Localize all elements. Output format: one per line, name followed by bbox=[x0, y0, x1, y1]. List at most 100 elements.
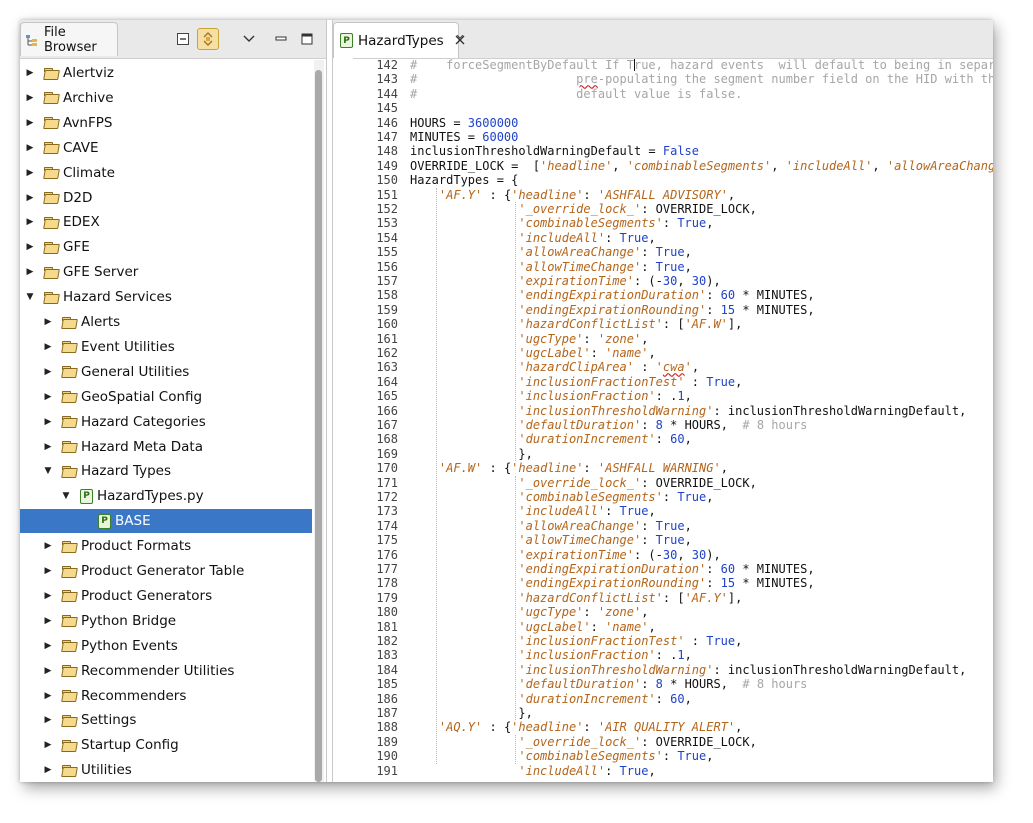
tree-item-label: Hazard Services bbox=[63, 289, 172, 306]
tree-item[interactable]: ▶ Startup Config bbox=[20, 733, 312, 757]
code-token: }, bbox=[518, 706, 533, 720]
expand-arrow-down-icon[interactable]: ▼ bbox=[42, 459, 54, 483]
collapse-all-icon[interactable] bbox=[172, 28, 194, 50]
code-token: , bbox=[691, 360, 700, 375]
code-token: ' bbox=[655, 360, 663, 375]
code-token: : bbox=[641, 259, 656, 274]
code-token: 'endingExpirationRounding' bbox=[518, 576, 707, 591]
expand-arrow-right-icon[interactable]: ▶ bbox=[24, 235, 36, 259]
tree-item[interactable]: P BASE bbox=[20, 509, 312, 534]
expand-arrow-down-icon[interactable]: ▼ bbox=[60, 484, 72, 508]
line-number: 166 bbox=[376, 403, 398, 418]
expand-arrow-right-icon[interactable]: ▶ bbox=[24, 210, 36, 234]
expand-arrow-right-icon[interactable]: ▶ bbox=[42, 708, 54, 732]
code-token: : OVERRIDE_LOCK, bbox=[641, 734, 757, 749]
tree-item[interactable]: ▶ CAVE bbox=[20, 136, 312, 160]
expand-arrow-right-icon[interactable]: ▶ bbox=[42, 410, 54, 434]
tree-item[interactable]: ▶ Recommender Utilities bbox=[20, 659, 312, 683]
line-number: 144 bbox=[376, 86, 398, 101]
expand-arrow-right-icon[interactable]: ▶ bbox=[42, 385, 54, 409]
code-line: 182 'inclusionFractionTest' : True, bbox=[353, 634, 993, 648]
file-browser-tab[interactable]: File Browser bbox=[20, 22, 118, 56]
code-token: 'ugcLabel' bbox=[518, 346, 591, 360]
scrollbar-thumb[interactable] bbox=[315, 70, 322, 782]
tree-item[interactable]: ▼ P HazardTypes.py bbox=[20, 484, 312, 508]
tree-item[interactable]: ▶ Python Events bbox=[20, 634, 312, 658]
code-line: 155 'allowAreaChange': True, bbox=[353, 245, 993, 259]
tree-item[interactable]: ▶ GeoSpatial Config bbox=[20, 385, 312, 409]
folder-icon bbox=[44, 167, 59, 178]
tree-item[interactable]: ▶ Product Generators bbox=[20, 584, 312, 608]
expand-arrow-right-icon[interactable]: ▶ bbox=[42, 360, 54, 384]
code-token: 'ugcLabel' bbox=[518, 619, 591, 634]
code-editor[interactable]: 142 # forceSegmentByDefault If True, haza… bbox=[353, 58, 993, 782]
code-line: 165 'inclusionFraction': .1, bbox=[353, 389, 993, 403]
expand-arrow-right-icon[interactable]: ▶ bbox=[24, 86, 36, 110]
line-number: 168 bbox=[376, 432, 398, 447]
expand-arrow-right-icon[interactable]: ▶ bbox=[42, 584, 54, 608]
file-tree-scrollbar[interactable] bbox=[314, 60, 324, 782]
code-token: 'headline' bbox=[511, 187, 584, 202]
code-token: inclusionThresholdWarningDefault = bbox=[410, 144, 663, 159]
expand-arrow-right-icon[interactable]: ▶ bbox=[42, 758, 54, 782]
expand-arrow-right-icon[interactable]: ▶ bbox=[42, 335, 54, 359]
expand-arrow-right-icon[interactable]: ▶ bbox=[42, 559, 54, 583]
tree-item[interactable]: ▶ D2D bbox=[20, 186, 312, 210]
code-token: : inclusionThresholdWarningDefault, bbox=[713, 403, 967, 418]
link-with-editor-icon[interactable] bbox=[197, 28, 219, 50]
expand-arrow-right-icon[interactable]: ▶ bbox=[42, 310, 54, 334]
code-token: , bbox=[641, 331, 649, 346]
code-token: 'durationIncrement' bbox=[518, 691, 656, 706]
code-token: 'defaultDuration' bbox=[518, 418, 642, 432]
code-token: 'name' bbox=[605, 346, 649, 360]
tree-item[interactable]: ▶ Recommenders bbox=[20, 684, 312, 708]
tree-item[interactable]: ▶ Alertviz bbox=[20, 61, 312, 85]
tree-item[interactable]: ▶ Archive bbox=[20, 86, 312, 110]
expand-arrow-right-icon[interactable]: ▶ bbox=[42, 733, 54, 757]
expand-arrow-right-icon[interactable]: ▶ bbox=[42, 634, 54, 658]
folder-icon bbox=[44, 117, 59, 128]
code-token: 'headline' bbox=[511, 461, 584, 476]
tree-item[interactable]: ▶ Utilities bbox=[20, 758, 312, 782]
expand-arrow-right-icon[interactable]: ▶ bbox=[42, 534, 54, 558]
tree-item[interactable]: ▼ Hazard Services bbox=[20, 285, 312, 309]
minimize-icon[interactable] bbox=[270, 28, 292, 50]
expand-arrow-right-icon[interactable]: ▶ bbox=[42, 684, 54, 708]
maximize-icon[interactable] bbox=[296, 28, 318, 50]
tree-item[interactable]: ▶ General Utilities bbox=[20, 360, 312, 384]
expand-arrow-right-icon[interactable]: ▶ bbox=[24, 136, 36, 160]
expand-arrow-right-icon[interactable]: ▶ bbox=[42, 435, 54, 459]
close-icon[interactable] bbox=[455, 34, 465, 48]
tree-item[interactable]: ▶ GFE bbox=[20, 235, 312, 259]
tree-item[interactable]: ▶ Settings bbox=[20, 708, 312, 732]
tree-item[interactable]: ▶ Hazard Categories bbox=[20, 410, 312, 434]
line-number: 161 bbox=[376, 331, 398, 346]
tree-item[interactable]: ▶ GFE Server bbox=[20, 260, 312, 284]
expand-arrow-right-icon[interactable]: ▶ bbox=[42, 659, 54, 683]
code-token: 'ugcType' bbox=[518, 605, 584, 620]
expand-arrow-right-icon[interactable]: ▶ bbox=[42, 609, 54, 633]
tree-item[interactable]: ▶ Hazard Meta Data bbox=[20, 435, 312, 459]
code-token: : . bbox=[655, 389, 678, 404]
tree-item[interactable]: ▶ EDEX bbox=[20, 210, 312, 234]
view-menu-icon[interactable] bbox=[238, 28, 260, 50]
expand-arrow-right-icon[interactable]: ▶ bbox=[24, 111, 36, 135]
tree-item[interactable]: ▶ Alerts bbox=[20, 310, 312, 334]
tree-item[interactable]: ▶ Climate bbox=[20, 161, 312, 185]
expand-arrow-right-icon[interactable]: ▶ bbox=[24, 161, 36, 185]
tree-item[interactable]: ▶ Product Formats bbox=[20, 534, 312, 558]
code-token: : { bbox=[482, 720, 512, 735]
editor-tab-hazardtypes[interactable]: P HazardTypes bbox=[333, 22, 465, 58]
tree-item[interactable]: ▶ Product Generator Table bbox=[20, 559, 312, 583]
tree-item[interactable]: ▶ Event Utilities bbox=[20, 335, 312, 359]
expand-arrow-right-icon[interactable]: ▶ bbox=[24, 186, 36, 210]
code-token: , bbox=[771, 158, 786, 173]
tree-item[interactable]: ▶ Python Bridge bbox=[20, 609, 312, 633]
folder-icon bbox=[62, 590, 77, 601]
tree-item[interactable]: ▼ Hazard Types bbox=[20, 459, 312, 483]
tree-item[interactable]: ▶ AvnFPS bbox=[20, 111, 312, 135]
tree-item-label: Product Generators bbox=[81, 587, 213, 604]
expand-arrow-down-icon[interactable]: ▼ bbox=[24, 285, 36, 309]
expand-arrow-right-icon[interactable]: ▶ bbox=[24, 260, 36, 284]
expand-arrow-right-icon[interactable]: ▶ bbox=[24, 61, 36, 85]
